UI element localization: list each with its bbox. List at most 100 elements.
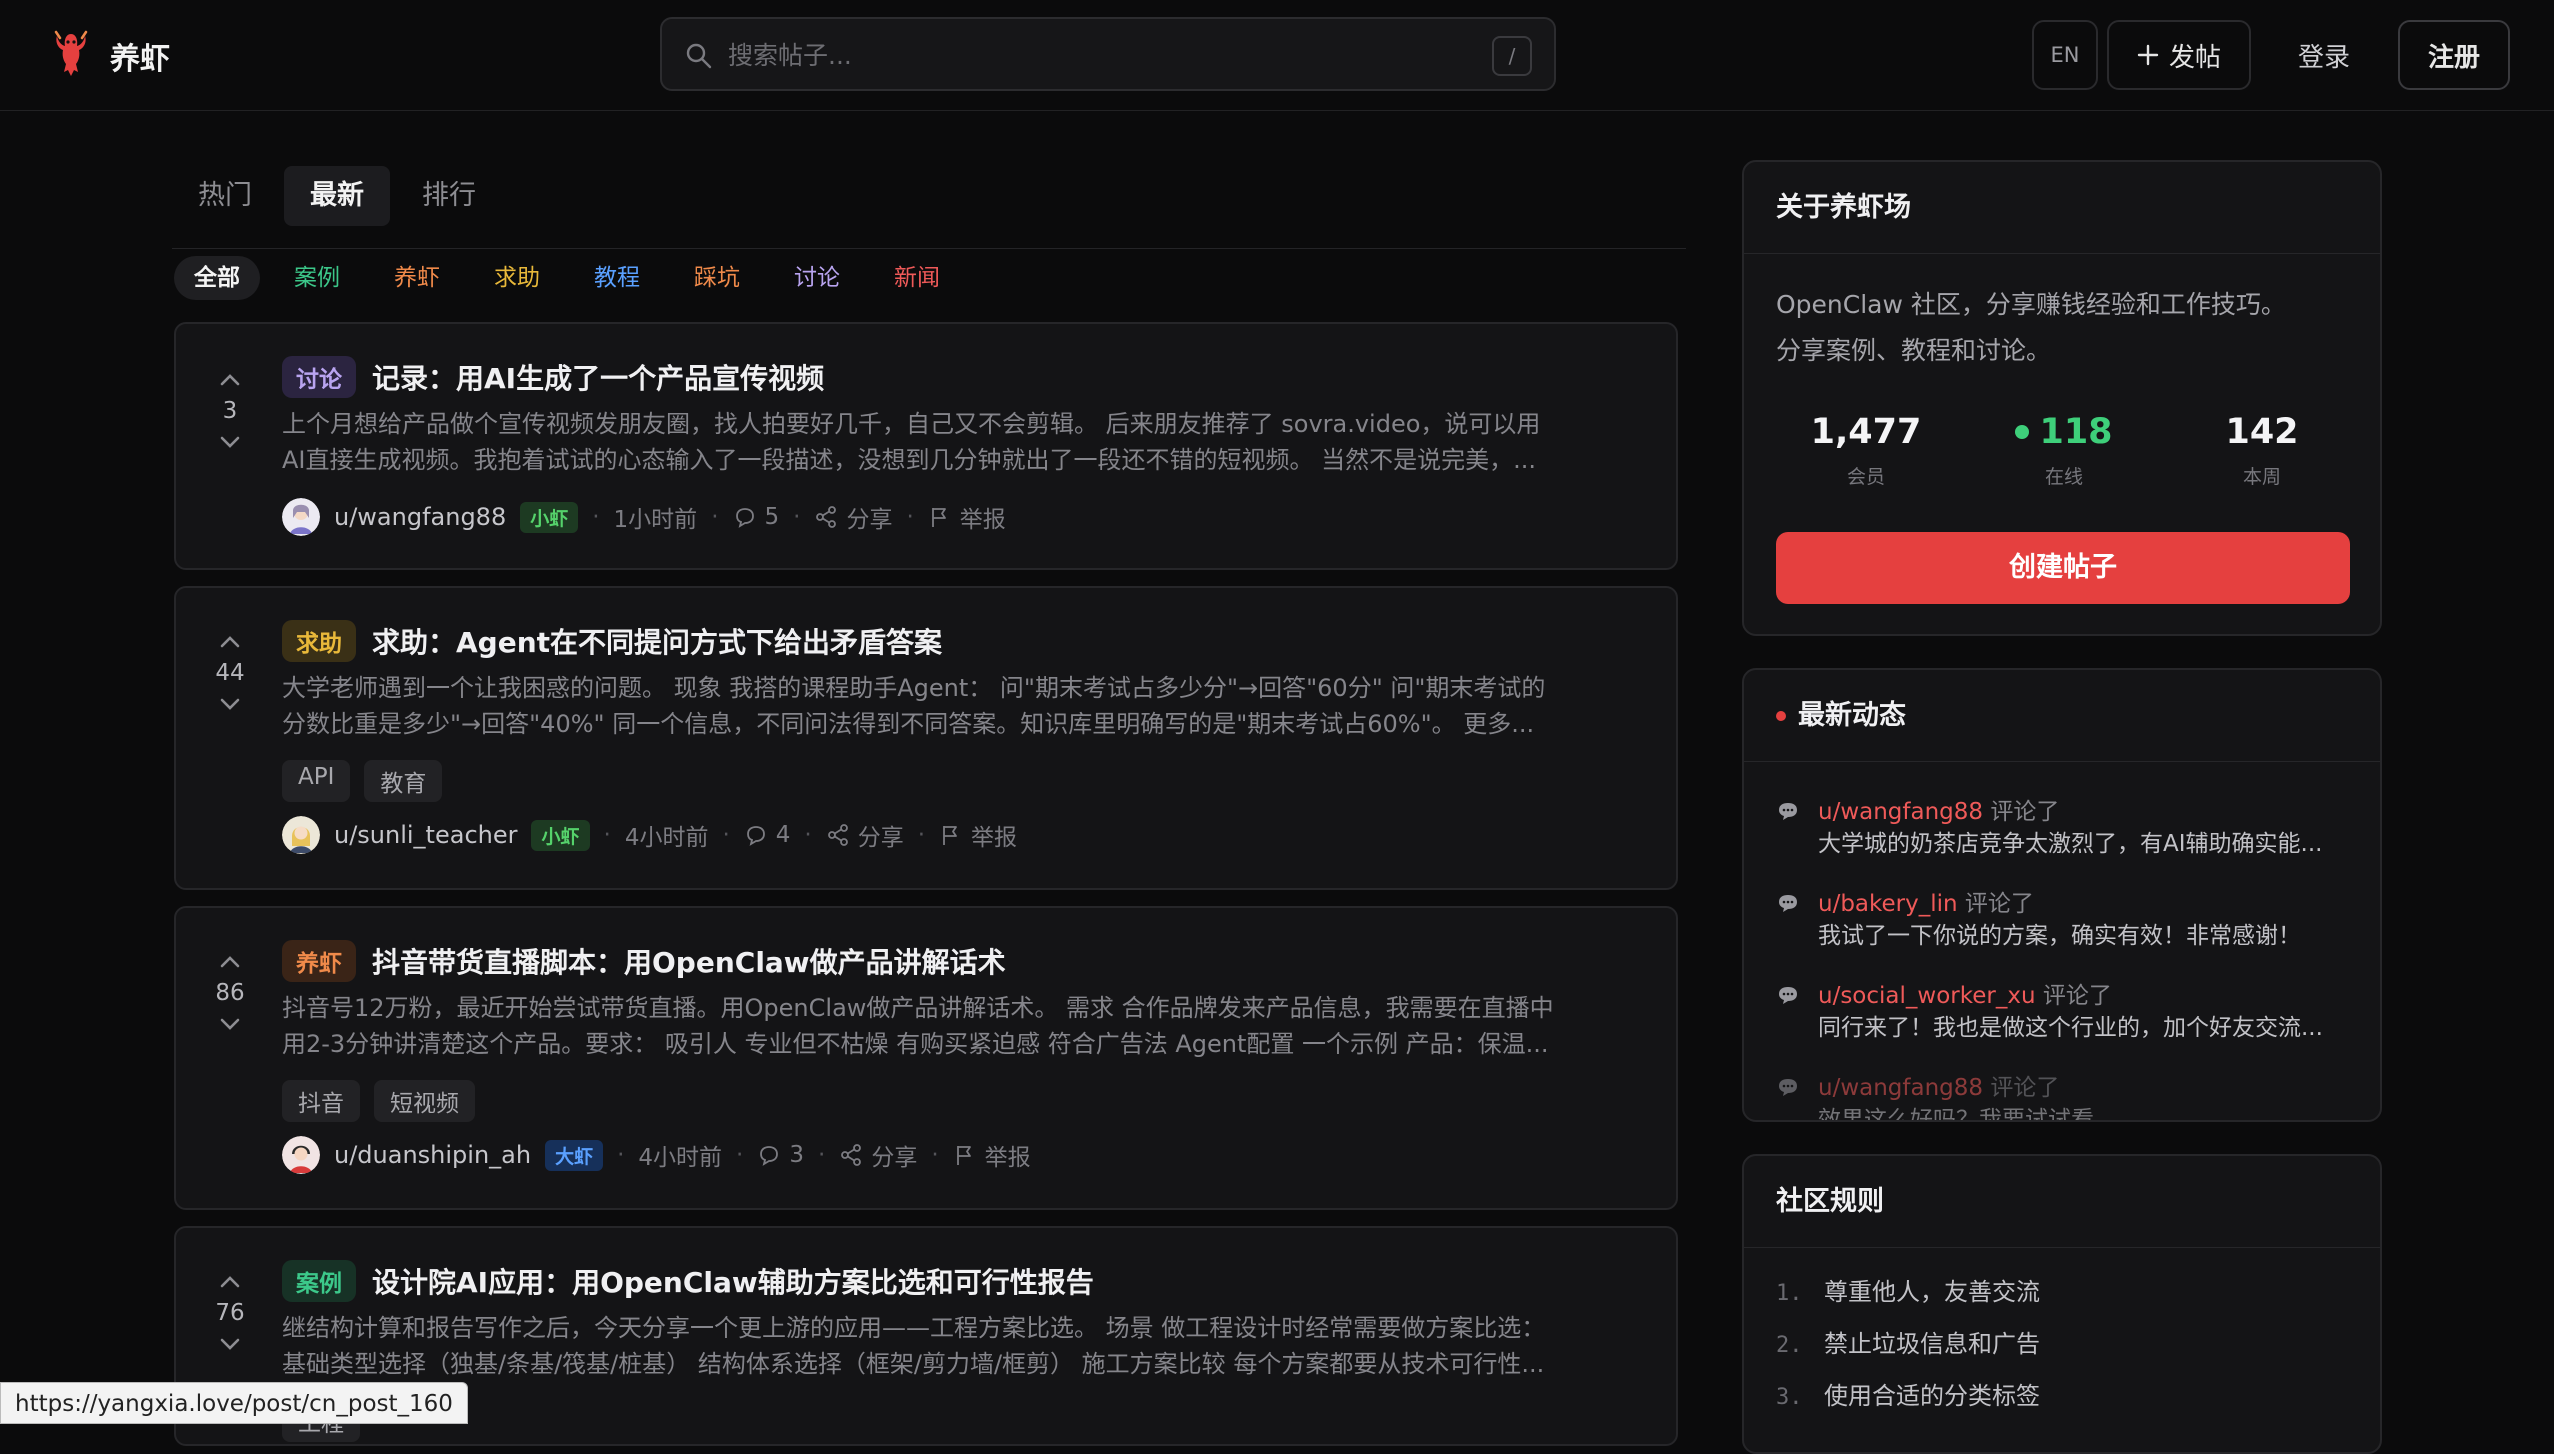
comment-count: 4 <box>775 822 791 848</box>
tab-ranking[interactable]: 排行 <box>396 166 502 226</box>
report-button[interactable]: 举报 <box>939 818 1017 852</box>
activity-user[interactable]: u/bakery_lin <box>1818 891 1958 917</box>
online-count: 118 <box>2039 412 2113 452</box>
rules-card: 社区规则 1. 尊重他人，友善交流 2. 禁止垃圾信息和广告 3. 使用合适的分类标签 <box>1742 1154 2382 1454</box>
activity-text: 效果这么好吗？我要试试看 <box>1818 1107 2094 1122</box>
upvote-icon[interactable] <box>208 1266 252 1296</box>
vote-count: 76 <box>215 1300 245 1326</box>
share-button[interactable]: 分享 <box>826 818 904 852</box>
stat-weekly: 142 本周 <box>2162 412 2362 489</box>
post-title[interactable]: 记录：用AI生成了一个产品宣传视频 <box>372 357 824 397</box>
post-title[interactable]: 设计院AI应用：用OpenClaw辅助方案比选和可行性报告 <box>372 1261 1094 1301</box>
new-post-label: 发帖 <box>2168 42 2221 73</box>
post-meta: u/sunli_teacher 小虾 · 4小时前 · 4 · 分享 · 举报 <box>282 816 1017 854</box>
share-button[interactable]: 分享 <box>814 500 892 534</box>
user-level-badge: 大虾 <box>545 1139 604 1171</box>
search-box[interactable]: / <box>660 17 1556 91</box>
tag[interactable]: 教育 <box>364 760 443 802</box>
post-tags: API 教育 <box>282 760 443 802</box>
activity-user[interactable]: u/wangfang88 <box>1818 799 1983 825</box>
post-excerpt: 上个月想给产品做个宣传视频发朋友圈，找人拍要好几千，自己又不会剪辑。 后来朋友推… <box>282 410 1541 474</box>
category-case[interactable]: 案例 <box>274 256 360 300</box>
post-card[interactable]: 86 养虾 抖音带货直播脚本：用OpenClaw做产品讲解话术 抖音号12万粉，… <box>174 906 1678 1210</box>
comment-bubble-icon <box>1779 895 1797 912</box>
share-button[interactable]: 分享 <box>839 1138 917 1172</box>
login-button[interactable]: 登录 <box>2266 20 2382 90</box>
downvote-icon[interactable] <box>208 1010 252 1040</box>
new-post-button[interactable]: 发帖 <box>2107 20 2251 90</box>
comment-icon <box>760 1146 779 1166</box>
tag[interactable]: API <box>282 760 351 802</box>
category-pitfall[interactable]: 踩坑 <box>674 256 760 300</box>
avatar[interactable] <box>282 1136 320 1174</box>
activity-item[interactable]: u/wangfang88 评论了 大学城的奶茶店竞争太激烈了，有AI辅助确实能.… <box>1776 792 2356 862</box>
report-button[interactable]: 举报 <box>928 500 1006 534</box>
category-discussion[interactable]: 讨论 <box>774 256 860 300</box>
post-author[interactable]: u/wangfang88 <box>334 503 506 531</box>
post-excerpt: 继结构计算和报告写作之后，今天分享一个更上游的应用——工程方案比选。 场景 做工… <box>282 1314 1546 1378</box>
category-badge[interactable]: 案例 <box>282 1260 356 1302</box>
post-title[interactable]: 抖音带货直播脚本：用OpenClaw做产品讲解话术 <box>372 941 1006 981</box>
comment-bubble-icon <box>1779 1079 1797 1096</box>
vote-control: 3 <box>208 364 252 458</box>
tab-latest[interactable]: 最新 <box>284 166 390 226</box>
post-time: 4小时前 <box>638 1145 723 1171</box>
avatar[interactable] <box>282 498 320 536</box>
comments-link[interactable]: 3 <box>757 1142 804 1168</box>
post-tags: 抖音 短视频 <box>282 1080 475 1122</box>
post-meta: u/wangfang88 小虾 · 1小时前 · 5 · 分享 · 举报 <box>282 498 1006 536</box>
share-icon <box>816 506 837 528</box>
downvote-icon[interactable] <box>208 1330 252 1360</box>
activity-item[interactable]: u/bakery_lin 评论了 我试了一下你说的方案，确实有效！非常感谢！ <box>1776 884 2356 954</box>
upvote-icon[interactable] <box>208 626 252 656</box>
activity-item[interactable]: u/wangfang88 评论了 效果这么好吗？我要试试看 <box>1776 1068 2356 1122</box>
upvote-icon[interactable] <box>208 946 252 976</box>
category-badge[interactable]: 养虾 <box>282 940 356 982</box>
lobster-logo-icon[interactable] <box>50 28 92 78</box>
activity-user[interactable]: u/wangfang88 <box>1818 1075 1983 1101</box>
downvote-icon[interactable] <box>208 690 252 720</box>
upvote-icon[interactable] <box>208 364 252 394</box>
share-icon <box>841 1144 862 1166</box>
category-all[interactable]: 全部 <box>174 256 260 300</box>
avatar[interactable] <box>282 816 320 854</box>
comment-count: 5 <box>764 504 780 530</box>
live-dot-icon <box>1776 710 1786 721</box>
category-badge[interactable]: 讨论 <box>282 356 356 398</box>
category-news[interactable]: 新闻 <box>874 256 960 300</box>
activity-text: 我试了一下你说的方案，确实有效！非常感谢！ <box>1818 923 2301 949</box>
activity-card: 最新动态 u/wangfang88 评论了 大学城的奶茶店竞争太激烈了，有AI辅… <box>1742 668 2382 1122</box>
online-indicator-icon <box>2015 425 2030 439</box>
category-shrimp[interactable]: 养虾 <box>374 256 460 300</box>
tag[interactable]: 抖音 <box>282 1080 360 1122</box>
report-button[interactable]: 举报 <box>953 1138 1031 1172</box>
tab-hot[interactable]: 热门 <box>172 166 278 226</box>
post-card[interactable]: 44 求助 求助：Agent在不同提问方式下给出矛盾答案 大学老师遇到一个让我困… <box>174 586 1678 890</box>
rule-item: 1. 尊重他人，友善交流 <box>1776 1278 2040 1306</box>
comments-link[interactable]: 4 <box>744 822 791 848</box>
top-bar: 养虾 / EN 发帖 登录 注册 <box>0 0 2554 111</box>
rule-item: 2. 禁止垃圾信息和广告 <box>1776 1330 2040 1358</box>
about-card: 关于养虾场 OpenClaw 社区，分享赚钱经验和工作技巧。 分享案例、教程和讨… <box>1742 160 2382 636</box>
activity-user[interactable]: u/social_worker_xu <box>1818 983 2036 1009</box>
language-toggle-button[interactable]: EN <box>2032 20 2098 90</box>
user-level-badge: 小虾 <box>531 819 590 851</box>
category-badge[interactable]: 求助 <box>282 620 356 662</box>
search-input[interactable] <box>728 35 1448 75</box>
register-button[interactable]: 注册 <box>2398 20 2510 90</box>
comment-icon <box>746 826 765 846</box>
post-title[interactable]: 求助：Agent在不同提问方式下给出矛盾答案 <box>372 621 942 661</box>
tag[interactable]: 短视频 <box>374 1080 475 1122</box>
category-tutorial[interactable]: 教程 <box>574 256 660 300</box>
create-post-button[interactable]: 创建帖子 <box>1776 532 2350 604</box>
category-help[interactable]: 求助 <box>474 256 560 300</box>
vote-control: 86 <box>208 946 252 1040</box>
post-author[interactable]: u/sunli_teacher <box>334 821 517 849</box>
brand-name[interactable]: 养虾 <box>110 34 170 78</box>
post-card[interactable]: 3 讨论 记录：用AI生成了一个产品宣传视频 上个月想给产品做个宣传视频发朋友圈… <box>174 322 1678 570</box>
comments-link[interactable]: 5 <box>733 504 780 530</box>
post-meta: u/duanshipin_ah 大虾 · 4小时前 · 3 · 分享 · 举报 <box>282 1136 1031 1174</box>
post-author[interactable]: u/duanshipin_ah <box>334 1141 531 1169</box>
downvote-icon[interactable] <box>208 428 252 458</box>
activity-item[interactable]: u/social_worker_xu 评论了 同行来了！我也是做这个行业的，加个… <box>1776 976 2356 1046</box>
